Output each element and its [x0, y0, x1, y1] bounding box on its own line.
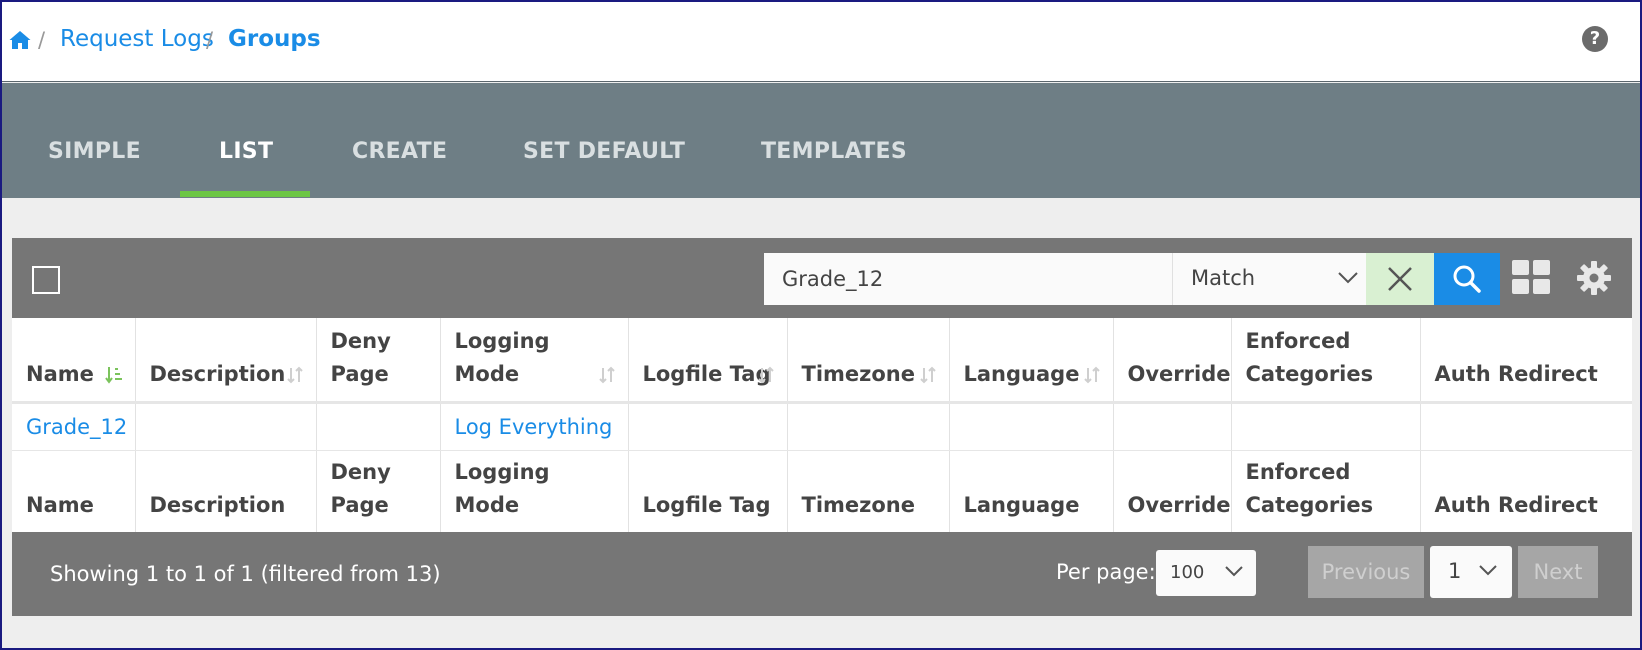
footer-header-description: Description: [135, 450, 317, 532]
column-header-name[interactable]: Name: [12, 318, 136, 404]
column-header-override: Override: [1113, 318, 1232, 404]
cell-deny-page: [316, 402, 441, 451]
match-mode-value: Match: [1191, 266, 1256, 290]
cell-description: [135, 402, 317, 451]
column-header-logfile-tag[interactable]: Logfile Tag: [628, 318, 788, 404]
column-header-auth-redirect: Auth Redirect: [1420, 318, 1632, 404]
search-button[interactable]: [1434, 253, 1500, 305]
tab-set-default[interactable]: SET DEFAULT: [523, 139, 685, 164]
column-header-description[interactable]: Description: [135, 318, 317, 404]
column-header-language[interactable]: Language: [949, 318, 1114, 404]
footer-header-name: Name: [12, 450, 136, 532]
column-header-logging-mode[interactable]: Logging Mode: [440, 318, 629, 404]
breadcrumb-separator: /: [206, 28, 214, 52]
sort-icon: [757, 366, 774, 383]
group-name-link[interactable]: Grade_12: [26, 415, 127, 439]
footer-header-language: Language: [949, 450, 1114, 532]
chevron-down-icon: [1479, 565, 1497, 576]
match-mode-select[interactable]: Match: [1172, 253, 1366, 305]
groups-table: Name Description Deny Page Logging Mode …: [12, 318, 1632, 532]
table-pagination: Showing 1 to 1 of 1 (filtered from 13) P…: [12, 532, 1632, 616]
chevron-down-icon: [1338, 272, 1358, 284]
cell-override: [1113, 402, 1232, 451]
per-page-value: 100: [1170, 562, 1205, 583]
clear-search-button[interactable]: [1366, 253, 1434, 305]
breadcrumb-groups: Groups: [228, 26, 321, 52]
close-icon: [1388, 267, 1412, 291]
search-input[interactable]: [764, 253, 1172, 305]
app-window: / Request Logs / Groups ? SIMPLE LIST CR…: [0, 0, 1642, 650]
column-header-timezone[interactable]: Timezone: [787, 318, 950, 404]
active-tab-indicator: [180, 191, 310, 197]
groups-list-panel: Match: [12, 238, 1632, 616]
search-icon: [1453, 265, 1481, 293]
footer-header-auth-redirect: Auth Redirect: [1434, 493, 1598, 517]
cell-logfile-tag: [628, 402, 788, 451]
gear-icon[interactable]: [1576, 260, 1612, 296]
cell-timezone: [787, 402, 950, 451]
footer-header-logging-mode: Logging Mode: [440, 450, 629, 532]
sort-icon: [1083, 366, 1100, 383]
per-page-label: Per page:: [1056, 560, 1156, 584]
select-all-checkbox[interactable]: [32, 266, 60, 294]
footer-header-deny-page: Deny Page: [316, 450, 441, 532]
cell-auth-redirect: [1420, 402, 1632, 451]
tab-templates[interactable]: TEMPLATES: [761, 139, 907, 164]
cell-logging-mode: Log Everything: [440, 402, 629, 451]
page-number-value: 1: [1448, 559, 1462, 583]
footer-header-override: Override: [1113, 450, 1232, 532]
sort-icon: [286, 366, 303, 383]
previous-page-button[interactable]: Previous: [1308, 546, 1424, 598]
tab-list[interactable]: LIST: [219, 139, 273, 164]
breadcrumb-separator: /: [38, 28, 46, 52]
results-summary: Showing 1 to 1 of 1 (filtered from 13): [50, 562, 441, 586]
tab-bar: SIMPLE LIST CREATE SET DEFAULT TEMPLATES: [2, 83, 1640, 198]
tab-create[interactable]: CREATE: [352, 139, 447, 164]
table-footer-row: Name Description Deny Page Logging Mode …: [12, 450, 1632, 532]
sort-ascending-icon: [104, 366, 122, 384]
footer-header-logfile-tag: Logfile Tag: [628, 450, 788, 532]
table-row[interactable]: Grade_12 Log Everything: [12, 402, 1632, 451]
breadcrumb-request-logs[interactable]: Request Logs: [60, 26, 214, 52]
next-page-button[interactable]: Next: [1518, 546, 1598, 598]
breadcrumb: / Request Logs / Groups ?: [2, 2, 1640, 82]
table-toolbar: Match: [12, 238, 1632, 318]
cell-enforced-categories: [1231, 402, 1421, 451]
table-header-row: Name Description Deny Page Logging Mode …: [12, 318, 1632, 404]
grid-icon[interactable]: [1512, 260, 1550, 294]
column-header-deny-page: Deny Page: [316, 318, 441, 404]
tab-simple[interactable]: SIMPLE: [48, 139, 141, 164]
footer-header-enforced-categories: Enforced Categories: [1231, 450, 1421, 532]
help-icon[interactable]: ?: [1582, 26, 1608, 52]
sort-icon: [598, 366, 615, 383]
logging-mode-link[interactable]: Log Everything: [455, 415, 613, 439]
chevron-down-icon: [1225, 566, 1243, 577]
sort-icon: [919, 366, 936, 383]
page-number-select[interactable]: 1: [1430, 546, 1512, 598]
home-icon[interactable]: [8, 28, 32, 52]
per-page-select[interactable]: 100: [1156, 550, 1256, 596]
cell-name: Grade_12: [12, 402, 136, 451]
footer-header-timezone: Timezone: [787, 450, 950, 532]
column-header-enforced-categories: Enforced Categories: [1231, 318, 1421, 404]
cell-language: [949, 402, 1114, 451]
